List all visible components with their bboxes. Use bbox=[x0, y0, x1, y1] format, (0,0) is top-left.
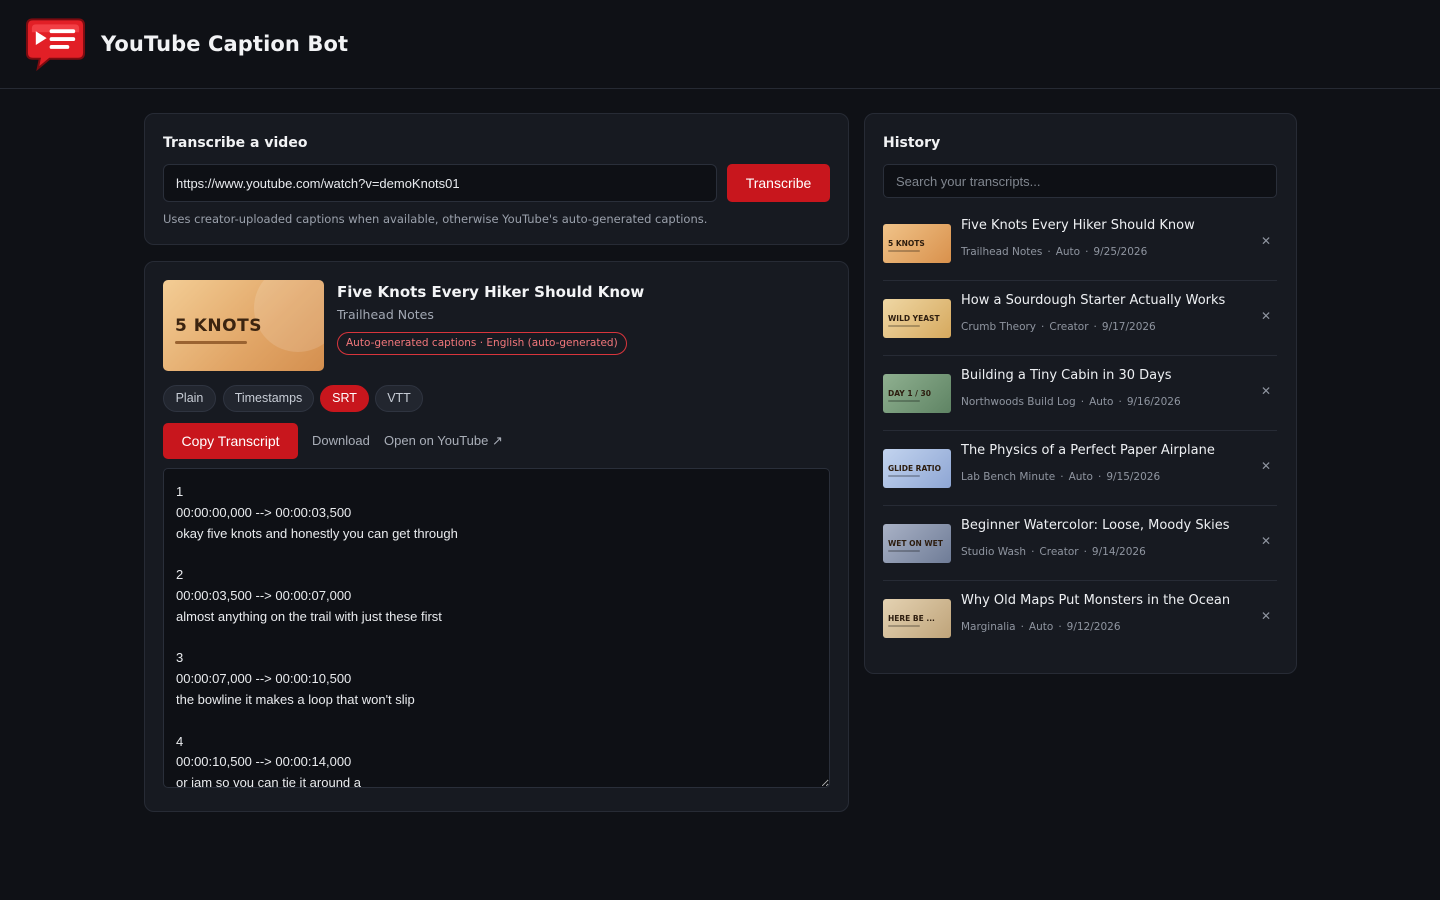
history-item-source: Auto bbox=[1068, 471, 1093, 483]
history-item-date: 9/25/2026 bbox=[1093, 246, 1148, 258]
history-item-title: Building a Tiny Cabin in 30 Days bbox=[961, 368, 1172, 383]
close-icon[interactable]: ✕ bbox=[1261, 309, 1271, 323]
history-item-date: 9/14/2026 bbox=[1091, 546, 1146, 558]
history-thumbnail-text: WET ON WET bbox=[888, 539, 943, 548]
channel-name: Trailhead Notes bbox=[337, 307, 434, 322]
history-item-title: The Physics of a Perfect Paper Airplane bbox=[961, 443, 1215, 458]
video-title: Five Knots Every Hiker Should Know bbox=[337, 283, 645, 301]
history-thumbnail: 5 KNOTS bbox=[883, 224, 951, 263]
format-vtt-pill[interactable]: VTT bbox=[375, 385, 423, 412]
history-search-input[interactable] bbox=[883, 164, 1277, 198]
meta-separator: · bbox=[1041, 321, 1045, 333]
history-heading: History bbox=[883, 135, 941, 151]
history-item-source: Auto bbox=[1055, 246, 1081, 258]
meta-separator: · bbox=[1083, 546, 1087, 558]
thumbnail-text: 5 KNOTS bbox=[175, 316, 262, 336]
transcribe-card: Transcribe a video Transcribe Uses creat… bbox=[144, 113, 849, 245]
meta-separator: · bbox=[1058, 621, 1062, 633]
history-card: History 5 KNOTS Five Knots Every Hiker S… bbox=[864, 113, 1297, 674]
history-item-title: Five Knots Every Hiker Should Know bbox=[961, 218, 1195, 233]
history-item-date: 9/15/2026 bbox=[1106, 471, 1161, 483]
history-thumbnail: DAY 1 / 30 bbox=[883, 374, 951, 413]
meta-separator: · bbox=[1080, 396, 1085, 408]
transcribe-button[interactable]: Transcribe bbox=[727, 164, 830, 202]
history-item-meta: Northwoods Build Log · Auto · 9/16/2026 bbox=[961, 396, 1181, 408]
open-on-youtube-link[interactable]: Open on YouTube ↗ bbox=[384, 433, 503, 449]
history-item-date: 9/12/2026 bbox=[1066, 621, 1121, 633]
history-item-meta: Lab Bench Minute · Auto · 9/15/2026 bbox=[961, 471, 1160, 483]
history-thumbnail-text: 5 KNOTS bbox=[888, 239, 925, 248]
history-thumbnail: WILD YEAST bbox=[883, 299, 951, 338]
history-item-source: Auto bbox=[1028, 621, 1054, 633]
caption-source-hint: Uses creator-uploaded captions when avai… bbox=[163, 212, 708, 226]
history-item-meta: Crumb Theory · Creator · 9/17/2026 bbox=[961, 321, 1156, 333]
format-srt-pill[interactable]: SRT bbox=[320, 385, 369, 412]
meta-separator: · bbox=[1118, 396, 1122, 408]
history-item[interactable]: DAY 1 / 30 Building a Tiny Cabin in 30 D… bbox=[883, 356, 1277, 431]
meta-separator: · bbox=[1060, 471, 1064, 483]
history-item-title: How a Sourdough Starter Actually Works bbox=[961, 293, 1226, 308]
copy-transcript-button[interactable]: Copy Transcript bbox=[163, 423, 298, 459]
history-item-source: Creator bbox=[1049, 321, 1089, 333]
format-timestamps-pill[interactable]: Timestamps bbox=[223, 385, 314, 412]
close-icon[interactable]: ✕ bbox=[1261, 234, 1271, 248]
meta-separator: · bbox=[1093, 321, 1097, 333]
history-item[interactable]: WILD YEAST How a Sourdough Starter Actua… bbox=[883, 281, 1277, 356]
meta-separator: · bbox=[1097, 471, 1102, 483]
meta-separator: · bbox=[1020, 621, 1024, 633]
history-item-source: Creator bbox=[1039, 546, 1079, 558]
history-item-title: Why Old Maps Put Monsters in the Ocean bbox=[961, 593, 1231, 608]
history-thumbnail-text: WILD YEAST bbox=[888, 314, 940, 323]
meta-separator: · bbox=[1047, 246, 1051, 258]
history-item-channel: Studio Wash bbox=[961, 546, 1027, 558]
history-item-channel: Trailhead Notes bbox=[961, 246, 1043, 258]
history-item-meta: Trailhead Notes · Auto · 9/25/2026 bbox=[961, 246, 1147, 258]
history-item[interactable]: 5 KNOTS Five Knots Every Hiker Should Kn… bbox=[883, 206, 1277, 281]
history-item-channel: Marginalia bbox=[961, 621, 1016, 633]
history-item-meta: Marginalia · Auto · 9/12/2026 bbox=[961, 621, 1121, 633]
transcript-result-card: 5 KNOTS Five Knots Every Hiker Should Kn… bbox=[144, 261, 849, 812]
format-plain-pill[interactable]: Plain bbox=[163, 385, 216, 412]
meta-separator: · bbox=[1085, 246, 1089, 258]
history-thumbnail-text: GLIDE RATIO bbox=[888, 464, 941, 473]
video-url-input[interactable] bbox=[163, 164, 717, 202]
history-item-channel: Crumb Theory bbox=[961, 321, 1037, 333]
close-icon[interactable]: ✕ bbox=[1261, 384, 1271, 398]
history-item-title: Beginner Watercolor: Loose, Moody Skies bbox=[961, 518, 1230, 533]
close-icon[interactable]: ✕ bbox=[1261, 609, 1271, 623]
meta-separator: · bbox=[1031, 546, 1035, 558]
thumbnail-decoration bbox=[254, 280, 324, 352]
history-thumbnail: WET ON WET bbox=[883, 524, 951, 563]
thumbnail-underline bbox=[175, 341, 247, 344]
history-item-channel: Northwoods Build Log bbox=[961, 396, 1076, 408]
transcribe-heading: Transcribe a video bbox=[163, 135, 308, 151]
speech-bubble-logo-icon bbox=[25, 18, 86, 72]
history-item[interactable]: GLIDE RATIO The Physics of a Perfect Pap… bbox=[883, 431, 1277, 506]
history-item[interactable]: HERE BE ... Why Old Maps Put Monsters in… bbox=[883, 581, 1277, 656]
history-item-meta: Studio Wash · Creator · 9/14/2026 bbox=[961, 546, 1146, 558]
transcript-textarea[interactable]: 1 00:00:00,000 --> 00:00:03,500 okay fiv… bbox=[163, 468, 830, 788]
history-thumbnail: HERE BE ... bbox=[883, 599, 951, 638]
history-item-date: 9/17/2026 bbox=[1101, 321, 1156, 333]
download-button[interactable]: Download bbox=[312, 433, 370, 448]
close-icon[interactable]: ✕ bbox=[1261, 459, 1271, 473]
video-thumbnail[interactable]: 5 KNOTS bbox=[163, 280, 324, 371]
history-item[interactable]: WET ON WET Beginner Watercolor: Loose, M… bbox=[883, 506, 1277, 581]
history-item-source: Auto bbox=[1089, 396, 1114, 408]
history-item-channel: Lab Bench Minute bbox=[961, 471, 1056, 483]
history-thumbnail-text: DAY 1 / 30 bbox=[888, 389, 931, 398]
history-item-date: 9/16/2026 bbox=[1126, 396, 1181, 408]
app-title: YouTube Caption Bot bbox=[101, 32, 349, 56]
top-bar: YouTube Caption Bot bbox=[0, 0, 1440, 89]
history-thumbnail: GLIDE RATIO bbox=[883, 449, 951, 488]
caption-type-badge: Auto-generated captions · English (auto-… bbox=[337, 332, 627, 355]
history-list: 5 KNOTS Five Knots Every Hiker Should Kn… bbox=[883, 206, 1277, 656]
history-thumbnail-text: HERE BE ... bbox=[888, 614, 935, 623]
close-icon[interactable]: ✕ bbox=[1261, 534, 1271, 548]
